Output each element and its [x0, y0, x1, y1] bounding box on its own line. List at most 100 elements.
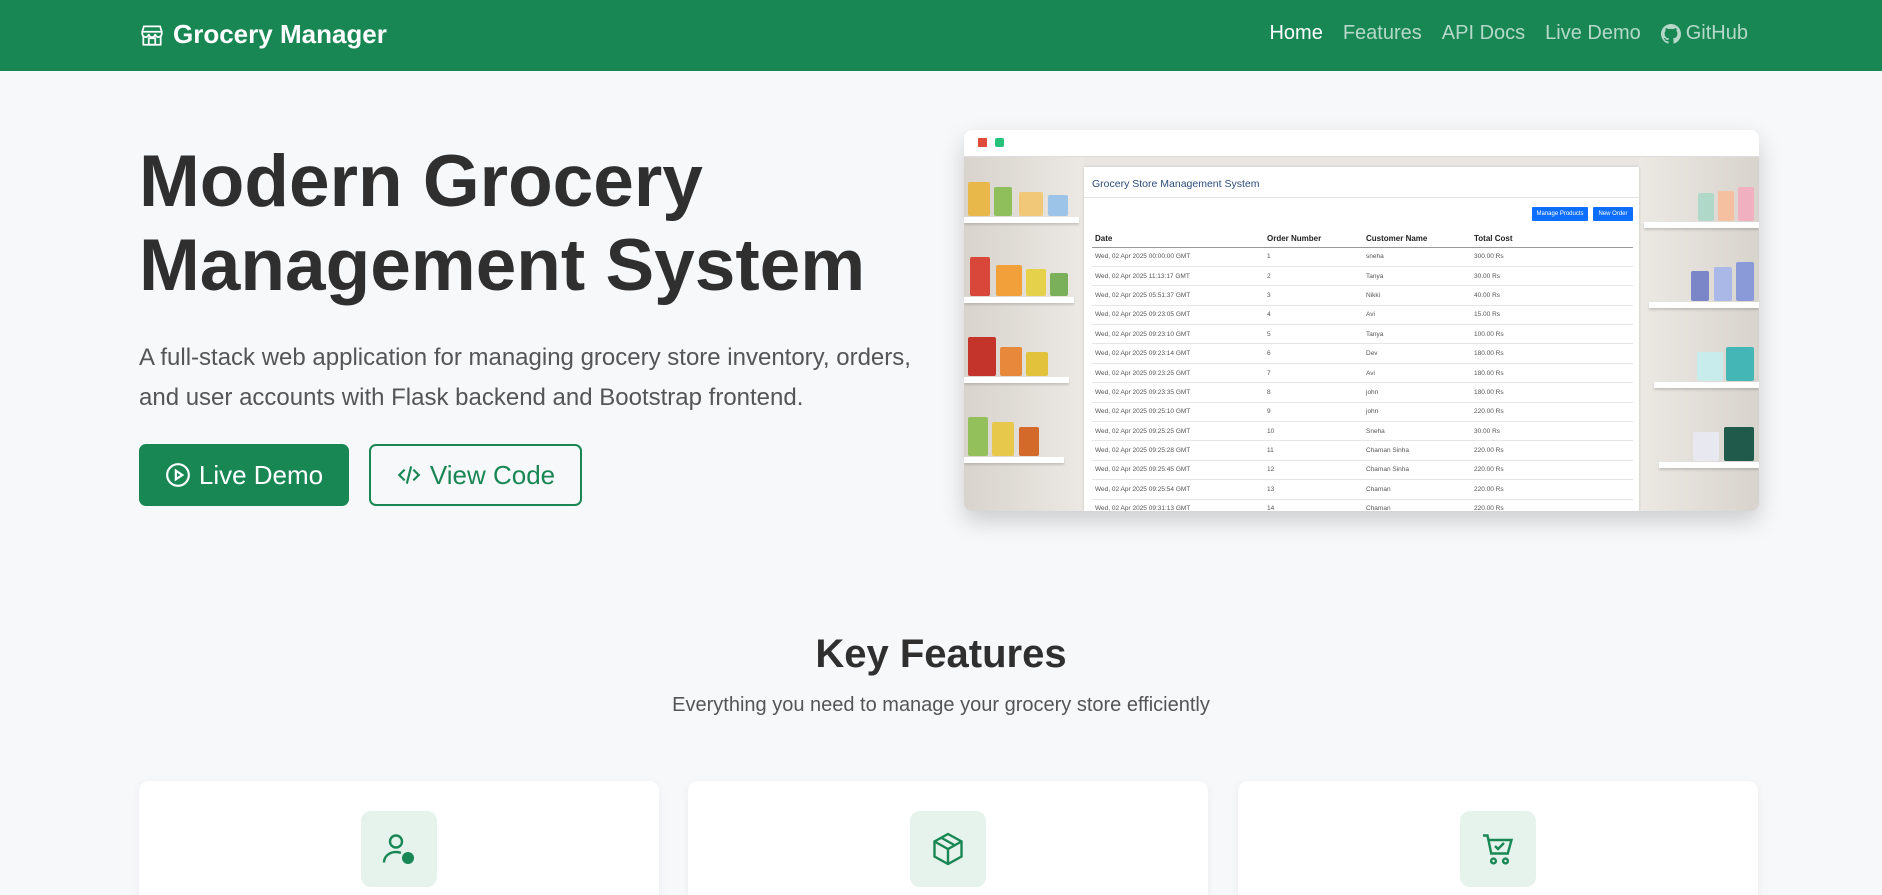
table-row: Wed, 02 Apr 2025 11:13:17 GMT 2 Tanya 30.00…	[1092, 266, 1633, 287]
table-cell: Avi	[1363, 305, 1471, 326]
table-cell: Wed, 02 Apr 2025 09:25:10 GMT	[1092, 402, 1264, 423]
feature-card-users	[139, 781, 659, 895]
table-cell: john	[1363, 402, 1471, 423]
table-row: Wed, 02 Apr 2025 09:23:35 GMT 8 john 180.00…	[1092, 382, 1633, 403]
table-row: Wed, 02 Apr 2025 09:25:54 GMT 13 Chaman 220…	[1092, 479, 1633, 500]
app-title: Grocery Store Management System	[1092, 178, 1260, 190]
features-subtitle: Everything you need to manage your groce…	[672, 694, 1210, 716]
table-cell: 10	[1264, 421, 1363, 442]
table-cell: 2	[1264, 266, 1363, 287]
table-cell: Wed, 02 Apr 2025 09:23:05 GMT	[1092, 305, 1264, 326]
nav-link-api-docs[interactable]: API Docs	[1442, 22, 1525, 45]
table-cell: 180.00 Rs	[1471, 363, 1633, 384]
table-row: Wed, 02 Apr 2025 09:23:14 GMT 6 Dev 180.00 …	[1092, 343, 1633, 364]
code-icon	[397, 466, 421, 484]
brand-name: Grocery Manager	[173, 19, 387, 49]
table-cell: 5	[1264, 324, 1363, 345]
table-cell: 12	[1264, 460, 1363, 481]
table-cell: 15.00 Rs	[1471, 305, 1633, 326]
table-row: Wed, 02 Apr 2025 09:25:10 GMT 9 john 220.00…	[1092, 402, 1633, 423]
nav-link-home[interactable]: Home	[1269, 22, 1322, 45]
table-cell: 30.00 Rs	[1471, 421, 1633, 442]
shelf-illustration-right	[1639, 157, 1759, 511]
table-cell: Tanya	[1363, 324, 1471, 345]
table-row: Wed, 02 Apr 2025 09:23:10 GMT 5 Tanya 100.0…	[1092, 324, 1633, 345]
table-row: Wed, 02 Apr 2025 09:25:28 GMT 11 Chaman Si…	[1092, 440, 1633, 461]
table-row: Wed, 02 Apr 2025 00:00:00 GMT 1 sneha 300.0…	[1092, 247, 1633, 267]
shop-icon	[141, 24, 163, 46]
table-row: Wed, 02 Apr 2025 09:31:13 GMT 14 Chaman 220…	[1092, 499, 1633, 511]
play-circle-icon	[165, 463, 190, 487]
table-cell: Dev	[1363, 343, 1471, 364]
column-header: Order Number	[1264, 231, 1363, 248]
orders-table: Date Order Number Customer Name Total Co…	[1092, 231, 1633, 511]
table-cell: Wed, 02 Apr 2025 09:25:45 GMT	[1092, 460, 1264, 481]
column-header: Date	[1092, 231, 1264, 248]
manage-products-button: Manage Products	[1532, 207, 1588, 221]
grid-icon	[978, 138, 987, 147]
table-cell: 4	[1264, 305, 1363, 326]
nav-link-features[interactable]: Features	[1343, 22, 1422, 45]
table-cell: 7	[1264, 363, 1363, 384]
table-row: Wed, 02 Apr 2025 09:25:25 GMT 10 Sneha 30.0…	[1092, 421, 1633, 442]
table-cell: Chaman Sinha	[1363, 440, 1471, 461]
table-cell: Wed, 02 Apr 2025 09:31:13 GMT	[1092, 499, 1264, 511]
table-cell: 11	[1264, 440, 1363, 461]
table-cell: Wed, 02 Apr 2025 05:51:37 GMT	[1092, 285, 1264, 306]
document-icon	[995, 138, 1004, 147]
live-demo-button-label: Live Demo	[198, 459, 324, 490]
table-cell: 100.00 Rs	[1471, 324, 1633, 345]
table-header-row: Date Order Number Customer Name Total Co…	[1092, 231, 1633, 248]
new-order-button: New Order	[1593, 207, 1633, 221]
brand[interactable]: Grocery Manager	[139, 19, 387, 50]
user-check-icon	[382, 834, 414, 864]
navbar: Grocery Manager Home Features API Docs L…	[0, 0, 1882, 71]
feature-icon-box	[361, 811, 437, 887]
hero-title: Modern Grocery Management System	[139, 140, 939, 308]
feature-card-products	[688, 781, 1208, 895]
table-cell: Wed, 02 Apr 2025 09:25:28 GMT	[1092, 440, 1264, 461]
cart-check-icon	[1483, 834, 1514, 865]
table-cell: 30.00 Rs	[1471, 266, 1633, 287]
table-cell: Nikki	[1363, 285, 1471, 306]
hero-subtitle: A full-stack web application for managin…	[139, 344, 911, 411]
table-cell: 3	[1264, 285, 1363, 306]
hero-title-line1: Modern Grocery	[139, 141, 703, 222]
features-title: Key Features	[815, 632, 1067, 676]
table-cell: 13	[1264, 479, 1363, 500]
table-cell: 6	[1264, 343, 1363, 364]
table-cell: 8	[1264, 382, 1363, 403]
box-icon	[933, 832, 963, 866]
table-cell: 300.00 Rs	[1471, 247, 1633, 267]
table-cell: Sneha	[1363, 421, 1471, 442]
table-cell: Chaman	[1363, 499, 1471, 511]
table-cell: Wed, 02 Apr 2025 09:23:14 GMT	[1092, 343, 1264, 364]
table-row: Wed, 02 Apr 2025 09:23:05 GMT 4 Avi 15.00 R…	[1092, 305, 1633, 326]
feature-icon-box	[910, 811, 986, 887]
table-cell: 1	[1264, 247, 1363, 267]
github-icon	[1660, 23, 1681, 44]
table-cell: Wed, 02 Apr 2025 09:25:54 GMT	[1092, 479, 1264, 500]
table-cell: Wed, 02 Apr 2025 00:00:00 GMT	[1092, 247, 1264, 267]
nav-link-live-demo[interactable]: Live Demo	[1545, 22, 1641, 45]
table-cell: 220.00 Rs	[1471, 402, 1633, 423]
view-code-button[interactable]: View Code	[369, 444, 582, 506]
table-cell: 180.00 Rs	[1471, 382, 1633, 403]
table-cell: 180.00 Rs	[1471, 343, 1633, 364]
nav-link-github[interactable]: GitHub	[1660, 22, 1748, 45]
table-cell: Chaman Sinha	[1363, 460, 1471, 481]
shelf-illustration-left	[964, 157, 1084, 511]
table-cell: Wed, 02 Apr 2025 11:13:17 GMT	[1092, 266, 1264, 287]
table-row: Wed, 02 Apr 2025 09:25:45 GMT 12 Chaman Si…	[1092, 460, 1633, 481]
table-cell: 220.00 Rs	[1471, 499, 1633, 511]
table-row: Wed, 02 Apr 2025 09:23:25 GMT 7 Avi 180.00 …	[1092, 363, 1633, 384]
table-cell: Chaman	[1363, 479, 1471, 500]
screenshot-toolbar	[964, 130, 1759, 157]
table-cell: 220.00 Rs	[1471, 479, 1633, 500]
table-cell: john	[1363, 382, 1471, 403]
live-demo-button[interactable]: Live Demo	[139, 444, 349, 506]
nav-link-github-label: GitHub	[1685, 22, 1748, 44]
table-cell: 14	[1264, 499, 1363, 511]
table-cell: 40.00 Rs	[1471, 285, 1633, 306]
app-screenshot: Grocery Store Management System Manage P…	[964, 130, 1759, 511]
